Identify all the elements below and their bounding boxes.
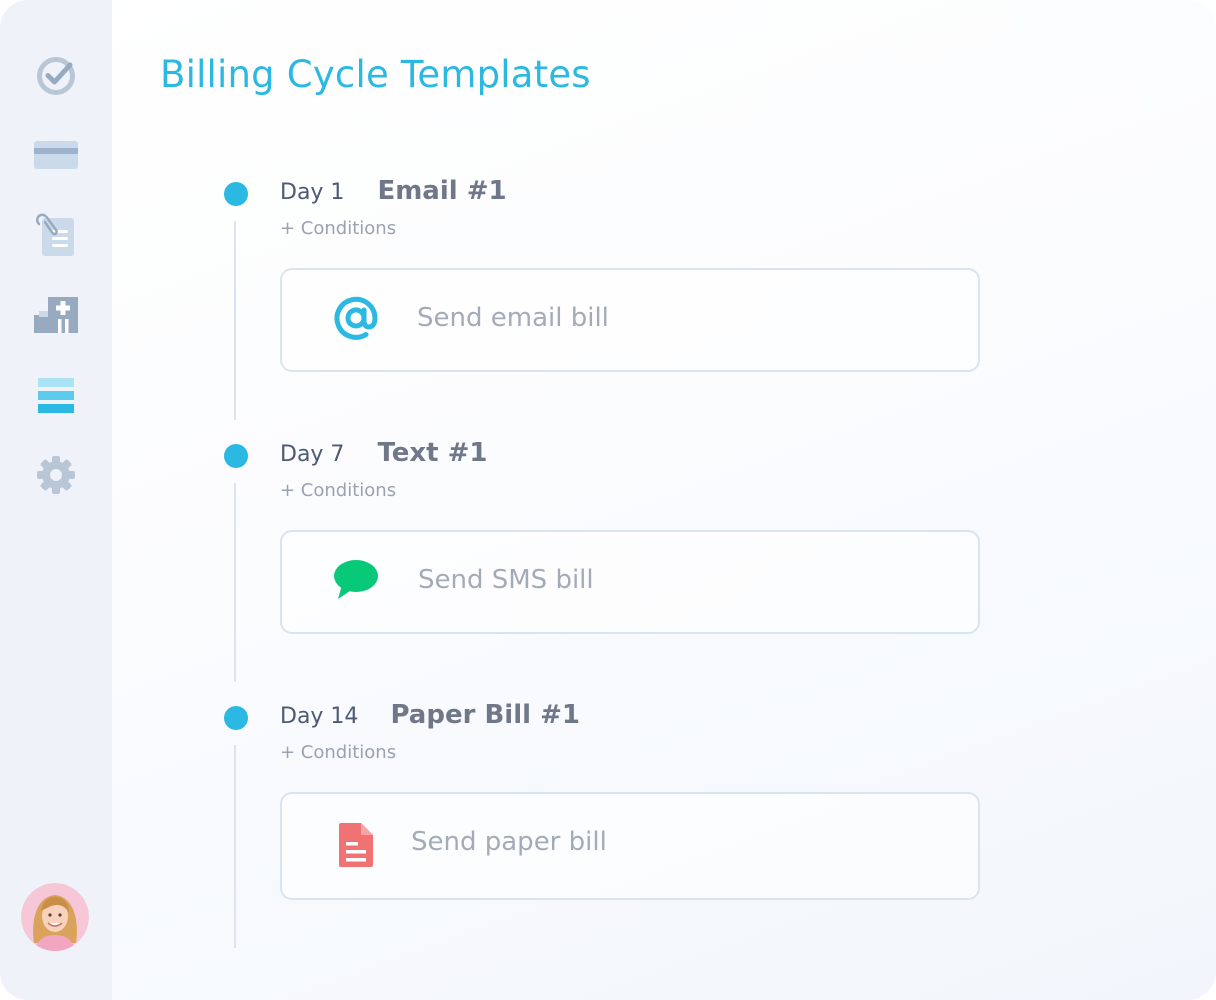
sidebar-item-facilities[interactable]: [31, 290, 81, 340]
sidebar-item-templates[interactable]: [31, 370, 81, 420]
avatar-portrait-icon: [21, 883, 89, 951]
step-header: Day 14 Paper Bill #1: [280, 700, 580, 732]
app-window: Billing Cycle Templates Day 1 Email #1 +…: [0, 0, 1216, 1000]
action-label: Send paper bill: [411, 827, 607, 857]
step-header: Day 7 Text #1: [280, 438, 487, 470]
step-day-label: Day 1: [280, 180, 345, 205]
clinic-building-icon: [34, 297, 78, 333]
step-name[interactable]: Email #1: [377, 176, 506, 206]
timeline-connector: [234, 221, 236, 420]
sidebar-item-claims[interactable]: [31, 210, 81, 260]
page-title: Billing Cycle Templates: [160, 53, 591, 96]
timeline-dot: [224, 444, 248, 468]
step-name[interactable]: Paper Bill #1: [390, 700, 580, 730]
action-card-email[interactable]: Send email bill: [280, 268, 980, 372]
document-icon: [332, 821, 380, 869]
timeline-dot: [224, 706, 248, 730]
add-conditions-link[interactable]: + Conditions: [280, 218, 396, 239]
action-card-sms[interactable]: Send SMS bill: [280, 530, 980, 634]
add-conditions-link[interactable]: + Conditions: [280, 742, 396, 763]
user-avatar[interactable]: [21, 883, 89, 951]
stacked-layers-icon: [38, 378, 74, 413]
sidebar: [0, 0, 112, 1000]
timeline-connector: [234, 483, 236, 682]
timeline-dot: [224, 182, 248, 206]
action-card-paper[interactable]: Send paper bill: [280, 792, 980, 900]
check-circle-icon: [37, 57, 75, 95]
credit-card-icon: [34, 141, 78, 169]
step-name[interactable]: Text #1: [377, 438, 487, 468]
sidebar-item-payments[interactable]: [31, 130, 81, 180]
add-conditions-link[interactable]: + Conditions: [280, 480, 396, 501]
at-sign-icon: [332, 294, 380, 342]
step-day-label: Day 7: [280, 442, 345, 467]
timeline-connector: [234, 745, 236, 948]
clipboard-list-icon: [36, 213, 74, 256]
chat-bubble-icon: [332, 556, 380, 604]
step-day-label: Day 14: [280, 704, 359, 729]
gear-icon: [37, 456, 75, 494]
action-label: Send SMS bill: [418, 565, 594, 595]
sidebar-item-settings[interactable]: [31, 450, 81, 500]
step-header: Day 1 Email #1: [280, 176, 507, 208]
sidebar-item-tasks[interactable]: [31, 51, 81, 101]
action-label: Send email bill: [417, 303, 609, 333]
